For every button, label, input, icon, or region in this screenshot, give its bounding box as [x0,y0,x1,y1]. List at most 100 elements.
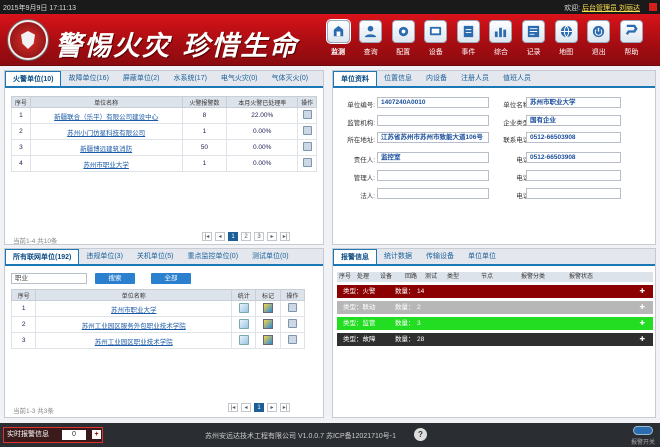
alarm-row[interactable]: 类型：联动 数量： 2 ✚ [337,301,653,314]
units-tab[interactable]: 火警单位(10) [5,71,62,86]
nav-building[interactable]: 监测 [322,20,354,57]
alarm-tab[interactable]: 报警信息 [333,249,377,264]
nav-help[interactable]: 帮助 [615,20,647,57]
alarm-tab[interactable]: 统计数据 [377,249,419,264]
next-page-button[interactable]: ▸ [267,232,277,241]
last-page-button[interactable]: ▸| [280,403,290,412]
top-status-bar: 2015年9月9日 17:11:13 欢迎: 后台管理员 刘丽达 [0,0,660,14]
detail-tab[interactable]: 单位资料 [333,71,377,86]
network-tab[interactable]: 所有联网单位(192) [5,249,80,264]
stats-chart-icon[interactable] [238,334,249,345]
search-button[interactable]: 搜索 [95,273,135,284]
unit-name-link[interactable]: 苏州工业园区服务外包职业技术学院 [35,316,233,333]
view-icon[interactable] [287,303,297,312]
unit-name-link[interactable]: 新疆联合（乐平）有限公司建设中心 [29,107,183,124]
view-icon[interactable] [302,126,312,135]
view-icon[interactable] [302,158,312,167]
add-icon[interactable]: + [92,430,101,439]
view-icon[interactable] [302,110,312,119]
nav-gear[interactable]: 配置 [387,20,419,57]
table-row[interactable]: 2 苏州小门仿星科技有限公司 1 0.00% [11,123,317,140]
expand-icon[interactable]: ✚ [640,317,645,330]
alarm-count: 14 [417,288,425,295]
page-button[interactable]: 2 [241,232,251,241]
phone-field: 0512-66503908 [526,132,621,143]
search-input[interactable]: 职业 [11,273,87,284]
nav-label: 配置 [396,49,411,56]
unit-name-link[interactable]: 苏州市职业大学 [35,300,233,317]
nav-label: 帮助 [624,49,639,56]
mark-icon[interactable] [263,334,274,345]
unit-name-link[interactable]: 苏州小门仿星科技有限公司 [29,123,183,140]
nav-globe[interactable]: 地图 [550,20,582,57]
table-row[interactable]: 2 苏州工业园区服务外包职业技术学院 [10,316,306,333]
user-link[interactable]: 后台管理员 刘丽达 [582,5,640,12]
nav-power[interactable]: 退出 [583,20,615,57]
close-icon[interactable] [649,3,657,11]
realtime-alert-box[interactable]: 实时报警信息 0 + [3,427,103,443]
alarm-type: 类型：火警 [343,288,376,295]
units-tab[interactable]: 电气火灾(0) [214,71,265,86]
nav-user[interactable]: 查询 [355,20,387,57]
detail-tab[interactable]: 内设备 [419,71,454,86]
alarm-tab[interactable]: 单位单位 [461,249,503,264]
org-field [377,115,489,126]
alarm-row[interactable]: 类型：故障 数量： 28 ✚ [337,333,653,346]
table-row[interactable]: 3 苏州工业园区职业技术学院 [10,332,306,349]
show-all-button[interactable]: 全部 [151,273,191,284]
alarm-row[interactable]: 类型：监管 数量： 3 ✚ [337,317,653,330]
prev-page-button[interactable]: ◂ [215,232,225,241]
expand-icon[interactable]: ✚ [640,333,645,346]
nav-record[interactable]: 记录 [518,20,550,57]
alarm-count-label: 数量： [395,320,415,327]
stats-chart-icon[interactable] [238,318,249,329]
detail-tab[interactable]: 注册人员 [454,71,496,86]
network-tab[interactable]: 重点监控单位(0) [180,249,245,264]
network-tab[interactable]: 测试单位(0) [245,249,296,264]
table-cell: 2 [10,316,37,333]
first-page-button[interactable]: |◂ [202,232,212,241]
first-page-button[interactable]: |◂ [228,403,238,412]
prev-page-button[interactable]: ◂ [241,403,251,412]
next-page-button[interactable]: ▸ [267,403,277,412]
page-button[interactable]: 1 [228,232,238,241]
table-row[interactable]: 1 苏州市职业大学 [10,300,306,317]
network-tab[interactable]: 违规单位(3) [79,249,130,264]
action-cell [279,316,306,333]
units-tab[interactable]: 水系统(17) [166,71,213,86]
slogan: 警惕火灾 珍惜生命 [55,31,299,62]
last-page-button[interactable]: ▸| [280,232,290,241]
units-tab[interactable]: 故障单位(16) [61,71,115,86]
unit-name-link[interactable]: 苏州市职业大学 [29,155,183,172]
nav-chart[interactable]: 综合 [485,20,517,57]
sound-toggle[interactable] [633,426,653,435]
stats-chart-icon[interactable] [238,302,249,313]
help-icon [619,20,643,43]
mark-icon[interactable] [263,318,274,329]
expand-icon[interactable]: ✚ [640,285,645,298]
network-tab[interactable]: 关机单位(5) [130,249,181,264]
page-button[interactable]: 3 [254,232,264,241]
unit-name-link[interactable]: 苏州工业园区职业技术学院 [35,332,233,349]
nav-event[interactable]: 事件 [452,20,484,57]
nav-device[interactable]: 设备 [420,20,452,57]
view-icon[interactable] [302,142,312,151]
page-button[interactable]: 1 [254,403,264,412]
mark-icon[interactable] [263,302,274,313]
units-tab[interactable]: 屏蔽单位(2) [116,71,167,86]
alarm-row[interactable]: 类型：火警 数量： 14 ✚ [337,285,653,298]
detail-tab[interactable]: 位置信息 [377,71,419,86]
alarm-tab[interactable]: 传输设备 [419,249,461,264]
units-tab[interactable]: 气体灭火(0) [264,71,315,86]
help-icon[interactable]: ? [414,428,427,441]
detail-tab[interactable]: 值班人员 [496,71,538,86]
units-panel: 火警单位(10) 故障单位(16) 屏蔽单位(2) 水系统(17) 电气火灾(0) 气体灭… [4,70,324,245]
view-icon[interactable] [287,319,297,328]
table-row[interactable]: 4 苏州市职业大学 1 0.00% [11,155,317,172]
table-row[interactable]: 1 新疆联合（乐平）有限公司建设中心 8 22.00% [11,107,317,124]
view-icon[interactable] [287,335,297,344]
power-icon [587,20,611,43]
expand-icon[interactable]: ✚ [640,301,645,314]
table-row[interactable]: 3 新疆博远建筑消防 50 0.00% [11,139,317,156]
unit-name-link[interactable]: 新疆博远建筑消防 [29,139,183,156]
